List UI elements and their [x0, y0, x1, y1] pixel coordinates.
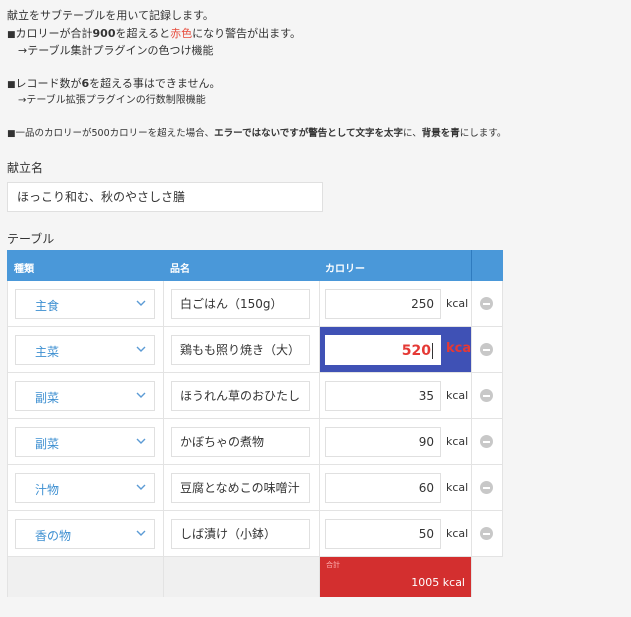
table-row: 主菜 鶏もも照り焼き（大） 520 kcal: [7, 327, 503, 374]
calorie-input[interactable]: 250: [325, 289, 441, 319]
type-select[interactable]: 副菜: [15, 381, 155, 411]
chevron-down-icon: [136, 300, 146, 306]
remove-row-icon[interactable]: [480, 435, 493, 448]
type-cell: 主菜: [7, 327, 164, 373]
table-footer: 合計 1005 kcal: [7, 557, 503, 597]
description-line-3: →テーブル集計プラグインの色つけ機能: [18, 44, 214, 57]
remove-row-icon[interactable]: [480, 389, 493, 402]
table-row: 副菜 かぼちゃの煮物 90 kcal: [7, 419, 503, 466]
total-value: 1005 kcal: [411, 576, 465, 589]
remove-row-icon[interactable]: [480, 343, 493, 356]
item-name-input[interactable]: かぼちゃの煮物: [171, 427, 310, 457]
remove-row-icon[interactable]: [480, 527, 493, 540]
red-text: 赤色: [170, 27, 193, 40]
chevron-down-icon: [136, 346, 146, 352]
type-select[interactable]: 主菜: [15, 335, 155, 365]
type-select-value: 主菜: [35, 345, 60, 359]
type-cell: 副菜: [7, 373, 164, 419]
name-cell: かぼちゃの煮物: [164, 419, 320, 465]
remove-row-icon[interactable]: [480, 297, 493, 310]
footer-cell-empty: [164, 557, 320, 597]
calorie-unit: kcal: [446, 435, 469, 448]
description-line-2: ■カロリーが合計900を超えると赤色になり警告が出ます。: [7, 27, 302, 40]
type-select-value: 主食: [35, 299, 60, 313]
chevron-down-icon: [136, 484, 146, 490]
calorie-cell: 520 kcal: [320, 327, 476, 373]
table-row: 副菜 ほうれん草のおひたし 35 kcal: [7, 373, 503, 420]
type-select[interactable]: 香の物: [15, 519, 155, 549]
name-cell: ほうれん草のおひたし: [164, 373, 320, 419]
bullet-icon: ■: [7, 30, 16, 40]
type-cell: 副菜: [7, 419, 164, 465]
type-cell: 汁物: [7, 465, 164, 511]
action-cell: [472, 419, 503, 465]
action-cell: [472, 465, 503, 511]
menu-name-input[interactable]: ほっこり和む、秋のやさしさ膳: [7, 182, 323, 212]
action-cell: [472, 511, 503, 557]
table-row: 汁物 豆腐となめこの味噌汁 60 kcal: [7, 465, 503, 512]
type-select[interactable]: 副菜: [15, 427, 155, 457]
table-label: テーブル: [7, 232, 55, 246]
calorie-input[interactable]: 90: [325, 427, 441, 457]
description-line-4: ■レコード数が6を超える事はできません。: [7, 77, 221, 90]
header-type: 種類: [14, 264, 34, 275]
action-cell: [472, 373, 503, 419]
text-cursor: [432, 343, 433, 359]
bullet-icon: ■: [7, 80, 16, 90]
type-select-value: 副菜: [35, 437, 60, 451]
total-label: 合計: [326, 561, 340, 569]
calorie-cell: 35 kcal: [320, 373, 472, 419]
type-select-value: 副菜: [35, 391, 60, 405]
menu-name-label: 献立名: [7, 161, 44, 175]
name-cell: 豆腐となめこの味噌汁: [164, 465, 320, 511]
description-line-6: ■一品のカロリーが500カロリーを超えた場合、エラーではないですが警告として文字…: [7, 128, 507, 139]
type-select[interactable]: 主食: [15, 289, 155, 319]
type-select[interactable]: 汁物: [15, 473, 155, 503]
item-name-input[interactable]: 鶏もも照り焼き（大）: [171, 335, 310, 365]
chevron-down-icon: [136, 438, 146, 444]
action-cell: [472, 327, 503, 373]
item-name-input[interactable]: ほうれん草のおひたし: [171, 381, 310, 411]
name-cell: 鶏もも照り焼き（大）: [164, 327, 320, 373]
total-cell: 合計 1005 kcal: [320, 557, 472, 597]
table-header: 種類 品名 カロリー: [7, 250, 503, 281]
calorie-input[interactable]: 520: [325, 335, 441, 365]
description-line-1: 献立をサブテーブルを用いて記録します。: [7, 9, 214, 22]
calorie-unit: kcal: [446, 389, 469, 402]
calorie-cell: 90 kcal: [320, 419, 472, 465]
description-line-5: →テーブル拡張プラグインの行数制限機能: [18, 95, 206, 106]
calorie-unit: kcal: [446, 527, 469, 540]
type-cell: 香の物: [7, 511, 164, 557]
type-select-value: 香の物: [35, 529, 72, 543]
action-cell: [472, 281, 503, 327]
bullet-icon: ■: [7, 129, 16, 139]
footer-cell-empty: [7, 557, 164, 597]
calorie-cell: 250 kcal: [320, 281, 472, 327]
table-row: 主食 白ごはん（150g） 250 kcal: [7, 281, 503, 328]
header-name: 品名: [170, 264, 190, 275]
calorie-input[interactable]: 60: [325, 473, 441, 503]
calorie-input[interactable]: 35: [325, 381, 441, 411]
name-cell: しば漬け（小鉢）: [164, 511, 320, 557]
table-row: 香の物 しば漬け（小鉢） 50 kcal: [7, 511, 503, 558]
calorie-input[interactable]: 50: [325, 519, 441, 549]
chevron-down-icon: [136, 392, 146, 398]
calorie-cell: 60 kcal: [320, 465, 472, 511]
remove-row-icon[interactable]: [480, 481, 493, 494]
chevron-down-icon: [136, 530, 146, 536]
item-name-input[interactable]: 白ごはん（150g）: [171, 289, 310, 319]
header-divider: [471, 250, 472, 281]
item-name-input[interactable]: しば漬け（小鉢）: [171, 519, 310, 549]
type-select-value: 汁物: [35, 483, 60, 497]
calorie-cell: 50 kcal: [320, 511, 472, 557]
item-name-input[interactable]: 豆腐となめこの味噌汁: [171, 473, 310, 503]
calorie-unit: kcal: [446, 297, 469, 310]
header-calorie: カロリー: [325, 264, 365, 275]
calorie-unit: kcal: [446, 481, 469, 494]
type-cell: 主食: [7, 281, 164, 327]
name-cell: 白ごはん（150g）: [164, 281, 320, 327]
